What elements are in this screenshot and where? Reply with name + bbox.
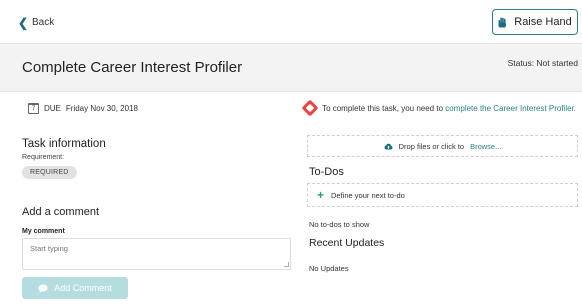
plus-icon: + xyxy=(317,188,325,202)
comment-input[interactable] xyxy=(22,238,291,270)
speech-bubble-icon xyxy=(38,284,48,293)
recent-updates-heading: Recent Updates xyxy=(309,237,385,249)
raise-hand-label: Raise Hand xyxy=(514,16,572,28)
task-information: Task information Requirement: REQUIRED xyxy=(22,138,292,179)
add-comment-heading: Add a comment xyxy=(22,206,100,218)
back-label: Back xyxy=(32,17,55,28)
add-comment-label: Add Comment xyxy=(54,283,112,293)
recent-updates-empty-text: No Updates xyxy=(309,264,349,273)
resize-handle[interactable] xyxy=(284,262,289,267)
chevron-left-icon: ❮ xyxy=(18,15,29,30)
status-text: Status: Not started xyxy=(507,58,578,68)
due-date: 7 DUE Friday Nov 30, 2018 xyxy=(28,103,138,114)
browse-link[interactable]: Browse... xyxy=(470,142,501,151)
todos-heading: To-Dos xyxy=(309,166,344,178)
dropzone-text: Drop files or click to xyxy=(398,141,465,151)
task-header: Complete Career Interest Profiler Status… xyxy=(0,44,582,92)
todos-empty-text: No to-dos to show xyxy=(309,220,370,229)
task-notice: To complete this task, you need to compl… xyxy=(301,99,576,117)
due-prefix: DUE xyxy=(44,104,61,113)
requirement-badge: REQUIRED xyxy=(22,166,77,179)
define-todo-label: Define your next to-do xyxy=(331,190,405,200)
top-bar: ❮ Back Raise Hand xyxy=(0,0,582,44)
cloud-upload-icon xyxy=(384,143,393,149)
notice-link[interactable]: complete the Career Interest Profiler. xyxy=(445,104,576,113)
file-dropzone[interactable]: Drop files or click to Browse... xyxy=(307,135,578,157)
comment-field-label: My comment xyxy=(22,228,65,235)
hand-icon xyxy=(498,17,507,27)
back-link[interactable]: ❮ Back xyxy=(18,15,55,30)
define-todo-button[interactable]: + Define your next to-do xyxy=(307,183,578,207)
task-info-heading: Task information xyxy=(22,138,106,150)
page-title: Complete Career Interest Profiler xyxy=(22,59,243,76)
notice-text: To complete this task, you need to xyxy=(322,103,444,113)
due-date-value: Friday Nov 30, 2018 xyxy=(65,104,138,113)
requirement-label: Requirement: xyxy=(22,154,65,161)
diamond-alert-icon xyxy=(301,99,319,117)
calendar-icon: 7 xyxy=(28,103,39,114)
raise-hand-button[interactable]: Raise Hand xyxy=(492,9,578,35)
add-comment-button[interactable]: Add Comment xyxy=(22,277,128,299)
